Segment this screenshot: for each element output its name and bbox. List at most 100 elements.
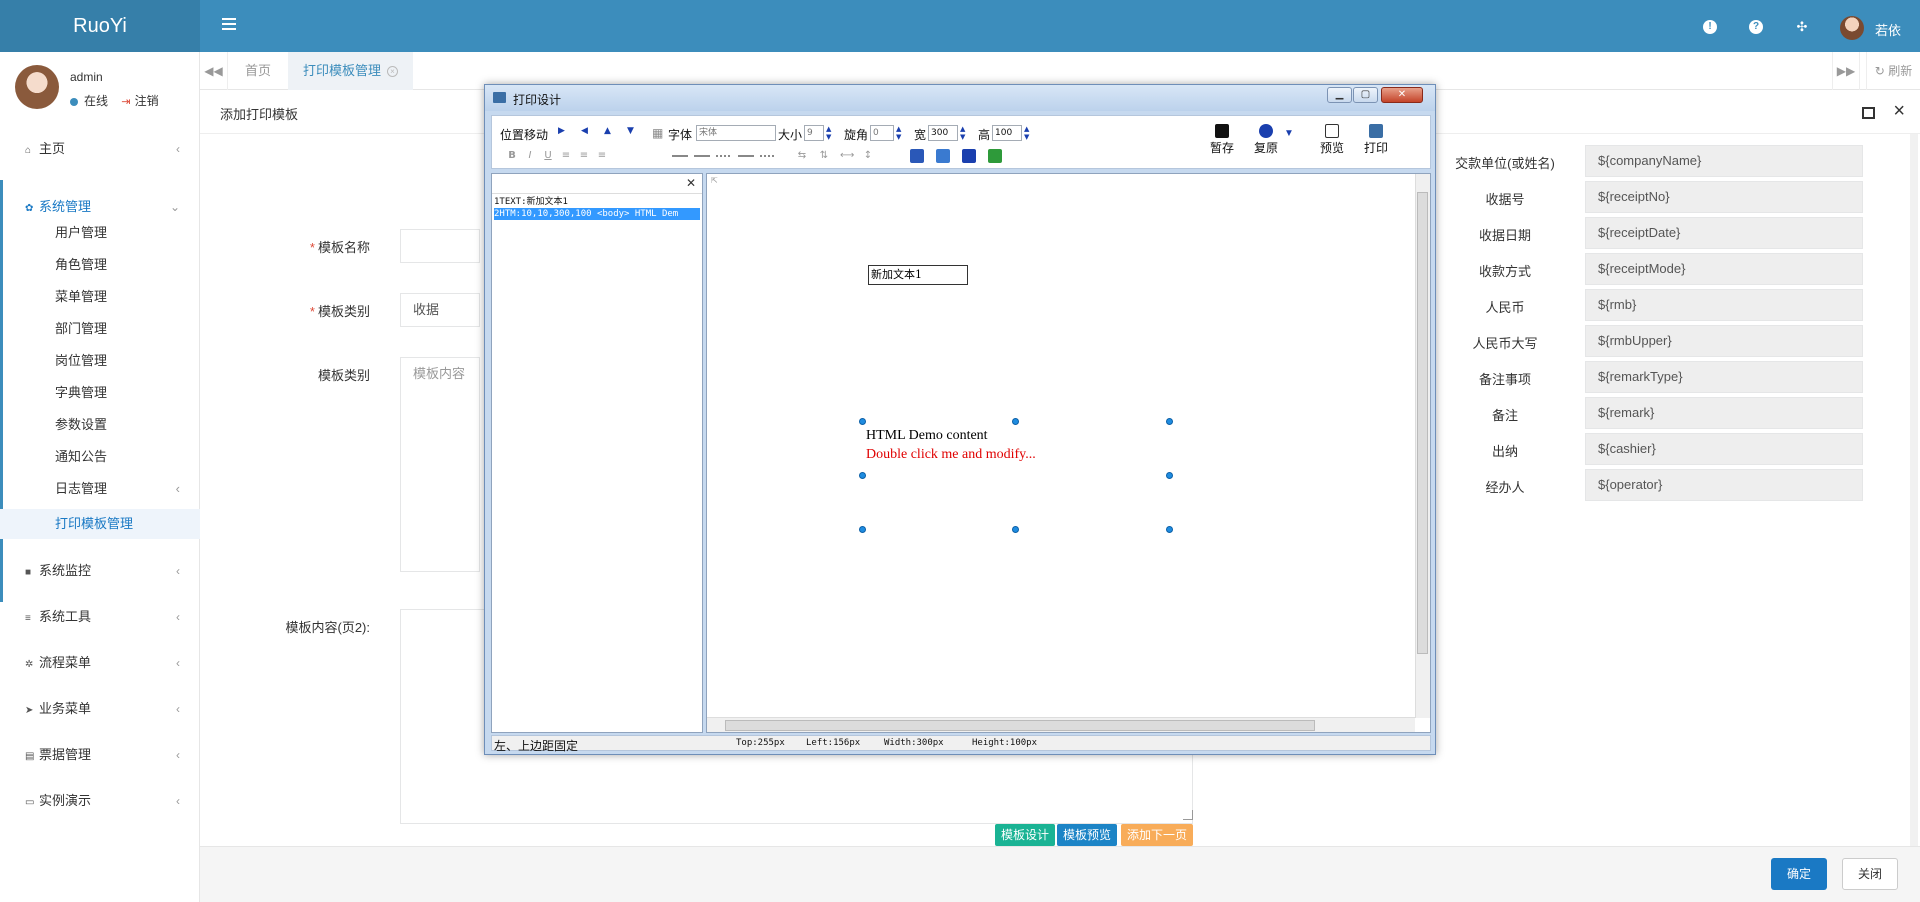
- field-value[interactable]: ${cashier}: [1585, 433, 1863, 465]
- width-input[interactable]: 300: [928, 125, 958, 141]
- rotate-spinner-icon[interactable]: ▲ ▼: [896, 125, 904, 141]
- maximize-icon[interactable]: [1862, 107, 1875, 119]
- content-textarea[interactable]: 模板内容: [400, 357, 480, 572]
- grid-icon[interactable]: ▦: [652, 126, 663, 140]
- move-left-icon[interactable]: ◀: [581, 126, 588, 136]
- list-item[interactable]: 1TEXT:新加文本1: [494, 196, 700, 208]
- table-object-icon[interactable]: [962, 149, 976, 163]
- scroll-thumb[interactable]: [725, 720, 1315, 731]
- line-dashdotdot-icon[interactable]: [760, 155, 776, 157]
- height-spinner-icon[interactable]: ▲ ▼: [1024, 125, 1032, 141]
- resize-handle[interactable]: [859, 418, 866, 425]
- avatar[interactable]: [1840, 16, 1864, 40]
- app-logo[interactable]: RuoYi: [0, 0, 200, 52]
- resize-handle[interactable]: [1012, 418, 1019, 425]
- save-button[interactable]: 暂存: [1204, 124, 1240, 156]
- logout-icon[interactable]: ⇥: [121, 96, 130, 108]
- canvas-html-item[interactable]: HTML Demo content Double click me and mo…: [866, 426, 1036, 464]
- spacing-v-icon[interactable]: ⇅: [818, 150, 830, 162]
- align-right-icon[interactable]: ≡: [596, 150, 608, 162]
- sidebar-item-menu[interactable]: 菜单管理: [0, 284, 200, 310]
- italic-icon[interactable]: I: [524, 150, 536, 162]
- field-value[interactable]: ${remark}: [1585, 397, 1863, 429]
- field-value[interactable]: ${receiptDate}: [1585, 217, 1863, 249]
- canvas-horizontal-scrollbar[interactable]: [707, 717, 1415, 732]
- spacing-h-icon[interactable]: ⇆: [796, 150, 808, 162]
- field-value[interactable]: ${rmbUpper}: [1585, 325, 1863, 357]
- resize-handle[interactable]: [1166, 472, 1173, 479]
- minimize-button[interactable]: ▁: [1327, 87, 1352, 103]
- align-center-icon[interactable]: ≡: [578, 150, 590, 162]
- field-value[interactable]: ${rmb}: [1585, 289, 1863, 321]
- resize-handle[interactable]: [1166, 418, 1173, 425]
- design-button[interactable]: 模板设计: [995, 824, 1056, 846]
- canvas-vertical-scrollbar[interactable]: [1415, 174, 1430, 718]
- confirm-button[interactable]: 确定: [1771, 858, 1827, 890]
- sidebar-item-print-template[interactable]: 打印模板管理: [0, 509, 200, 539]
- fullscreen-icon[interactable]: ✣: [1795, 20, 1809, 34]
- sidebar-item-post[interactable]: 岗位管理: [0, 348, 200, 374]
- question-icon[interactable]: ?: [1749, 20, 1763, 34]
- same-height-icon[interactable]: ↕: [862, 150, 874, 162]
- resize-handle[interactable]: [859, 472, 866, 479]
- restore-dropdown-icon[interactable]: ▼: [1284, 128, 1294, 139]
- field-value[interactable]: ${companyName}: [1585, 145, 1863, 177]
- menu-bill[interactable]: ▤ 票据管理 ‹: [0, 743, 200, 767]
- align-left-icon[interactable]: ≡: [560, 150, 572, 162]
- resize-grip-icon[interactable]: [1183, 810, 1193, 820]
- canvas-text-item[interactable]: 新加文本1: [868, 265, 968, 285]
- design-canvas[interactable]: ⇱ 新加文本1 HTML Demo content Double click m…: [706, 173, 1431, 733]
- bell-icon[interactable]: !: [1703, 20, 1717, 34]
- bold-icon[interactable]: B: [506, 150, 518, 162]
- tab-print-template[interactable]: 打印模板管理 ×: [288, 52, 413, 90]
- menu-flow[interactable]: ✲ 流程菜单 ‹: [0, 651, 200, 675]
- font-select[interactable]: 宋体: [696, 125, 776, 141]
- close-button[interactable]: 关闭: [1842, 858, 1898, 890]
- tab-home[interactable]: 首页: [228, 52, 288, 90]
- line-dashdot-icon[interactable]: [738, 155, 754, 157]
- field-value[interactable]: ${receiptNo}: [1585, 181, 1863, 213]
- add-object-icon[interactable]: [910, 149, 924, 163]
- sidebar-item-user[interactable]: 用户管理: [0, 220, 200, 246]
- menu-home[interactable]: ⌂ 主页 ‹: [0, 137, 200, 161]
- line-dash-icon[interactable]: [694, 155, 710, 157]
- resize-handle[interactable]: [859, 526, 866, 533]
- print-button[interactable]: 打印: [1358, 124, 1394, 156]
- list-item[interactable]: 2HTM:10,10,300,100 <body> HTML Dem: [494, 208, 700, 220]
- menu-demo[interactable]: ▭ 实例演示 ‹: [0, 789, 200, 813]
- sidebar-item-role[interactable]: 角色管理: [0, 252, 200, 278]
- size-input[interactable]: 9: [804, 125, 824, 141]
- maximize-button[interactable]: ▢: [1353, 87, 1378, 103]
- header-username[interactable]: 若依: [1875, 20, 1901, 39]
- resize-handle[interactable]: [1012, 526, 1019, 533]
- same-width-icon[interactable]: ⟷: [840, 150, 854, 162]
- menu-tools[interactable]: ≡ 系统工具 ‹: [0, 605, 200, 629]
- field-value[interactable]: ${receiptMode}: [1585, 253, 1863, 285]
- move-right-icon[interactable]: ▶: [558, 126, 565, 136]
- refresh-button[interactable]: ↻ 刷新: [1866, 52, 1920, 90]
- size-spinner-icon[interactable]: ▲ ▼: [826, 125, 834, 141]
- tabs-scroll-right-icon[interactable]: ▶▶: [1832, 52, 1860, 90]
- close-icon[interactable]: ×: [387, 66, 398, 78]
- field-value[interactable]: ${remarkType}: [1585, 361, 1863, 393]
- tabs-scroll-left-icon[interactable]: ◀◀: [200, 52, 228, 90]
- layers-icon[interactable]: [988, 149, 1002, 163]
- close-icon[interactable]: ✕: [686, 176, 696, 190]
- sidebar-item-log[interactable]: 日志管理 ‹: [0, 476, 200, 502]
- line-solid-icon[interactable]: [672, 155, 688, 157]
- preview-button[interactable]: 预览: [1314, 124, 1350, 156]
- resize-handle[interactable]: [1166, 526, 1173, 533]
- sidebar-item-dept[interactable]: 部门管理: [0, 316, 200, 342]
- menu-system[interactable]: ✿ 系统管理 ⌄: [0, 195, 200, 219]
- name-input[interactable]: [400, 229, 480, 263]
- preview-button[interactable]: 模板预览: [1057, 824, 1118, 846]
- underline-icon[interactable]: U: [542, 150, 554, 162]
- sidebar-item-notice[interactable]: 通知公告: [0, 444, 200, 470]
- field-value[interactable]: ${operator}: [1585, 469, 1863, 501]
- close-icon[interactable]: ×: [1893, 100, 1905, 123]
- logout-link[interactable]: 注销: [135, 94, 159, 108]
- type-select[interactable]: 收据: [400, 293, 480, 327]
- menu-toggle-icon[interactable]: [222, 18, 236, 32]
- chart-object-icon[interactable]: [936, 149, 950, 163]
- rotate-input[interactable]: 0: [870, 125, 894, 141]
